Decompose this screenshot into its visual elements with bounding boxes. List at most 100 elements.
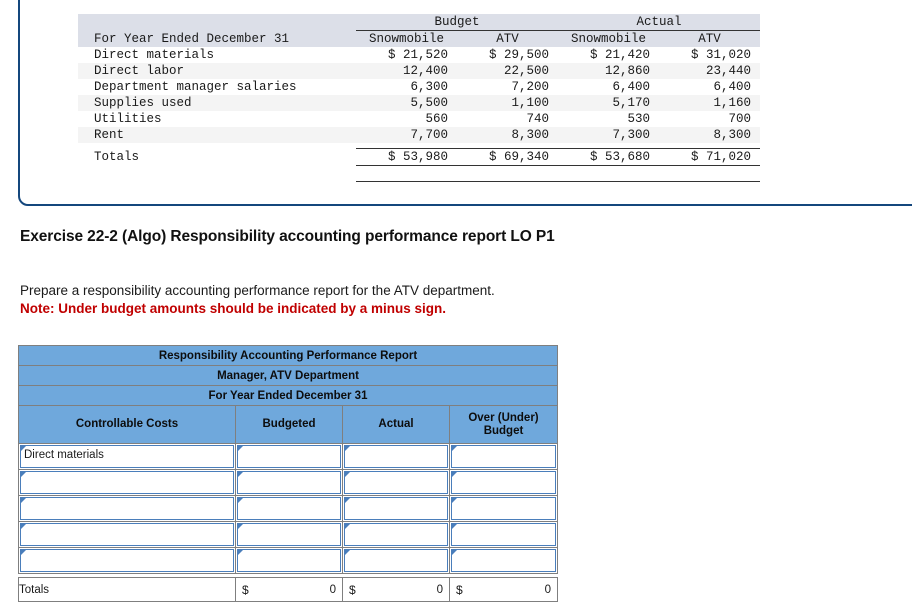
input-cell-actual-1[interactable] [342, 469, 450, 496]
cell-actual-snowmobile: 6,400 [558, 79, 660, 95]
form-header-actual: Actual [342, 405, 450, 444]
group-header-budget: Budget [356, 14, 559, 31]
row-label: Department manager salaries [78, 79, 356, 95]
input-cell-actual-2[interactable] [342, 495, 450, 522]
totals-budget-snowmobile: $ 53,980 [356, 148, 457, 166]
input-cell-over-under-0[interactable] [449, 443, 558, 470]
double-rule-cell [558, 165, 660, 182]
row-label: Direct materials [78, 47, 356, 63]
form-totals-label: Totals [18, 577, 236, 602]
instruction-text: Prepare a responsibility accounting perf… [20, 283, 495, 298]
form-totals-actual: $ 0 [342, 577, 450, 602]
cell-budget-snowmobile: $ 21,520 [356, 47, 457, 63]
input-cell-budgeted-3[interactable] [235, 521, 343, 548]
form-title-row-1: Responsibility Accounting Performance Re… [18, 345, 558, 366]
input-cell-actual-4[interactable] [342, 547, 450, 574]
cell-actual-snowmobile: 530 [558, 111, 660, 127]
form-input-row [18, 469, 558, 496]
form-totals-row: Totals $ 0 $ 0 $ 0 [18, 577, 558, 602]
cell-actual-atv: 1,160 [659, 95, 761, 111]
input-cell-label-4[interactable] [18, 547, 236, 574]
double-rule-cell [457, 165, 559, 182]
cell-marker-icon [238, 524, 243, 529]
cell-marker-icon [452, 524, 457, 529]
input-cell-label-3[interactable] [18, 521, 236, 548]
cell-budget-atv: 8,300 [457, 127, 559, 143]
group-header-actual: Actual [558, 14, 761, 31]
input-cell-budgeted-2[interactable] [235, 495, 343, 522]
column-header-budget-atv: ATV [457, 30, 559, 47]
currency-symbol-budgeted: $ [242, 582, 249, 597]
row-label: Direct labor [78, 63, 356, 79]
cell-actual-atv: $ 31,020 [659, 47, 761, 63]
cell-marker-icon [21, 524, 26, 529]
input-cell-label-0[interactable]: Direct materials [18, 443, 236, 470]
currency-symbol-over-under: $ [456, 582, 463, 597]
column-header-actual-atv: ATV [659, 30, 761, 47]
cell-budget-atv: 740 [457, 111, 559, 127]
note-text: Note: Under budget amounts should be ind… [20, 301, 447, 316]
row-label: Rent [78, 127, 356, 143]
cell-marker-icon [452, 472, 457, 477]
cell-budget-atv: 7,200 [457, 79, 559, 95]
double-rule-cell [659, 165, 761, 182]
cell-actual-snowmobile: 7,300 [558, 127, 660, 143]
cell-budget-snowmobile: 12,400 [356, 63, 457, 79]
budget-vs-actual-table: Budget Actual For Year Ended December 31… [78, 14, 761, 182]
input-cell-over-under-4[interactable] [449, 547, 558, 574]
column-header-period: For Year Ended December 31 [78, 30, 356, 47]
cell-marker-icon [452, 550, 457, 555]
cell-marker-icon [21, 498, 26, 503]
input-cell-budgeted-1[interactable] [235, 469, 343, 496]
cell-marker-icon [21, 550, 26, 555]
totals-row: Totals $ 53,980 $ 69,340 $ 53,680 $ 71,0… [78, 148, 761, 166]
cell-budget-snowmobile: 5,500 [356, 95, 457, 111]
input-cell-budgeted-4[interactable] [235, 547, 343, 574]
responsibility-report-form: Responsibility Accounting Performance Re… [18, 345, 558, 602]
cell-marker-icon [345, 550, 350, 555]
double-rule-row [78, 165, 761, 182]
input-cell-actual-0[interactable] [342, 443, 450, 470]
double-rule-spacer [78, 166, 356, 182]
cell-actual-atv: 23,440 [659, 63, 761, 79]
form-title-line-3: For Year Ended December 31 [18, 385, 558, 406]
table-row: Direct materials $ 21,520 $ 29,500 $ 21,… [78, 47, 761, 63]
exercise-title: Exercise 22-2 (Algo) Responsibility acco… [20, 228, 555, 245]
cell-marker-icon [345, 498, 350, 503]
cell-actual-atv: 700 [659, 111, 761, 127]
table-row: Supplies used 5,500 1,100 5,170 1,160 [78, 95, 761, 111]
table-row: Utilities 560 740 530 700 [78, 111, 761, 127]
form-totals-over-under: $ 0 [449, 577, 558, 602]
row-label: Supplies used [78, 95, 356, 111]
totals-label: Totals [94, 150, 140, 164]
cell-marker-icon [345, 472, 350, 477]
form-header-controllable-costs: Controllable Costs [18, 405, 236, 444]
input-cell-label-1[interactable] [18, 469, 236, 496]
form-header-over-under-budget: Over (Under) Budget [449, 405, 558, 444]
reference-table-wrapper: Budget Actual For Year Ended December 31… [78, 14, 761, 182]
input-cell-over-under-2[interactable] [449, 495, 558, 522]
input-cell-over-under-3[interactable] [449, 521, 558, 548]
table-row: Department manager salaries 6,300 7,200 … [78, 79, 761, 95]
cell-marker-icon [452, 498, 457, 503]
cell-marker-icon [238, 550, 243, 555]
form-column-header-row: Controllable Costs Budgeted Actual Over … [18, 405, 558, 444]
currency-symbol-actual: $ [349, 582, 356, 597]
reference-data-panel: Budget Actual For Year Ended December 31… [18, 0, 912, 206]
totals-actual-snowmobile: $ 53,680 [558, 148, 660, 166]
input-cell-actual-3[interactable] [342, 521, 450, 548]
row-label: Utilities [78, 111, 356, 127]
form-totals-budgeted: $ 0 [235, 577, 343, 602]
table-row: Rent 7,700 8,300 7,300 8,300 [78, 127, 761, 143]
cell-marker-icon [452, 446, 457, 451]
form-input-row: Direct materials [18, 443, 558, 470]
cell-budget-atv: 1,100 [457, 95, 559, 111]
cell-budget-atv: $ 29,500 [457, 47, 559, 63]
form-input-row [18, 547, 558, 574]
cell-budget-atv: 22,500 [457, 63, 559, 79]
input-cell-over-under-1[interactable] [449, 469, 558, 496]
double-rule-cell [356, 165, 457, 182]
input-cell-label-2[interactable] [18, 495, 236, 522]
column-header-budget-snowmobile: Snowmobile [356, 30, 457, 47]
input-cell-budgeted-0[interactable] [235, 443, 343, 470]
